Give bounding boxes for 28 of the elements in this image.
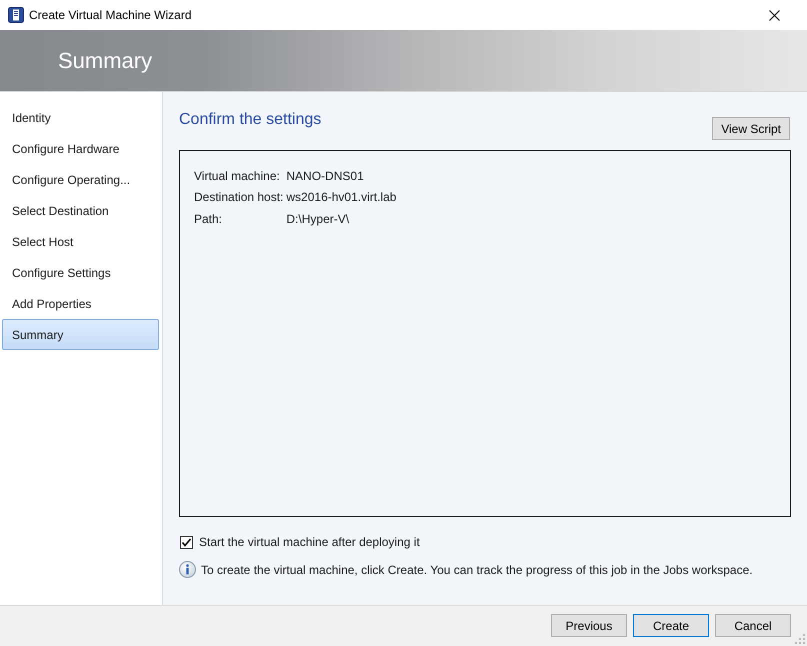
setting-value: D:\Hyper-V\ [286,212,350,226]
info-icon [179,561,196,578]
page-title: Summary [58,48,152,74]
step-item[interactable]: Add Properties [2,288,159,319]
server-icon [8,7,24,23]
view-script-button[interactable]: View Script [712,117,790,140]
info-text: To create the virtual machine, click Create. You can track the progress of this job in the Jobs workspace. [201,562,753,576]
setting-label: Destination host: [194,190,284,204]
wizard-button[interactable]: Create [633,614,709,637]
setting-value: NANO-DNS01 [286,168,365,183]
checkbox[interactable] [180,536,193,548]
step-item[interactable]: Configure Hardware [2,133,159,164]
wizard-button[interactable]: Previous [551,614,627,637]
setting-label: Virtual machine: [194,168,281,183]
step-item[interactable]: Identity [2,102,159,133]
step-item[interactable]: Configure Settings [2,257,159,288]
step-item[interactable]: Select Destination [2,195,159,226]
window-title: Create Virtual Machine Wizard [29,8,193,22]
close-icon [768,10,780,20]
section-heading: Confirm the settings [179,110,322,130]
step-item[interactable]: Summary [2,319,159,350]
checkbox-label: Start the virtual machine after deploying it [199,535,420,549]
step-item[interactable]: Select Host [2,226,159,257]
step-item[interactable]: Configure Operating... [2,164,159,195]
setting-label: Path: [194,212,224,226]
setting-value: ws2016-hv01.virt.lab [286,190,398,204]
resize-grip-icon[interactable] [795,634,805,644]
wizard-button[interactable]: Cancel [715,614,791,637]
